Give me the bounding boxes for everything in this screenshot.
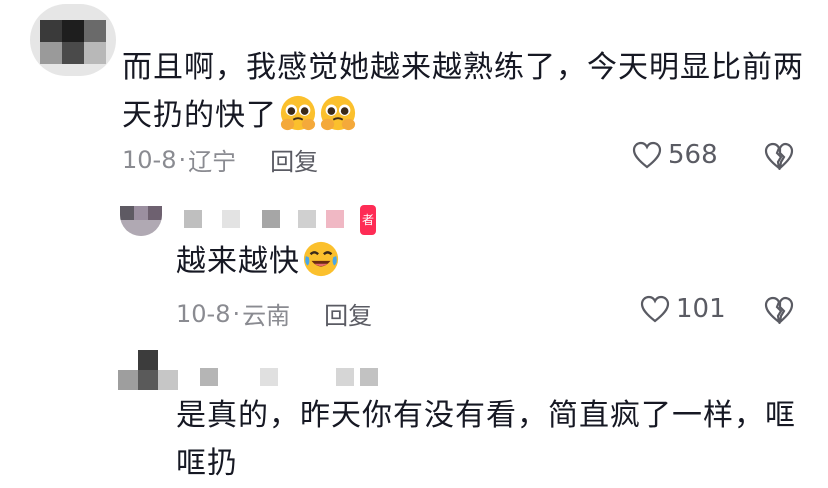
comment-location: 辽宁 (188, 148, 237, 176)
reply-button[interactable]: 回复 (324, 296, 372, 331)
comment-text-line-2: 天扔的快了 (122, 92, 812, 140)
comment-date: 10-8 (122, 145, 177, 174)
avatar[interactable] (30, 4, 116, 76)
like-count: 101 (676, 294, 726, 324)
avatar[interactable] (120, 206, 162, 236)
username-mosaic (176, 208, 366, 232)
like-button[interactable]: 568 (632, 140, 718, 170)
comment-text-line-1: 是真的，昨天你有没有看，简直疯了一样，哐 (176, 398, 796, 433)
comment-date: 10-8 (176, 299, 231, 328)
comment-text-line-2: 哐扔 (176, 446, 238, 481)
like-button[interactable]: 101 (640, 294, 726, 324)
broken-heart-icon[interactable] (764, 296, 794, 324)
meta-separator: · (178, 145, 187, 174)
comment-text: 而且啊，我感觉她越来越熟练了，今天明显比前两 天扔的快了 (122, 44, 812, 140)
pleading-face-icon (280, 95, 316, 131)
username-mosaic (196, 366, 386, 390)
author-badge: 者 (360, 205, 376, 235)
comment-location: 云南 (242, 302, 291, 330)
heart-icon (632, 141, 662, 169)
laughing-crying-icon (303, 241, 339, 277)
heart-icon (640, 295, 670, 323)
avatar-mosaic[interactable] (118, 350, 182, 394)
comment-text: 是真的，昨天你有没有看，简直疯了一样，哐 哐扔 (176, 392, 816, 488)
comment-meta: 10-8 · 辽宁 回复 (122, 142, 318, 177)
avatar-mosaic (30, 4, 116, 76)
comment-text: 越来越快 (176, 238, 776, 286)
comment-meta: 10-8 · 云南 回复 (176, 296, 372, 331)
reply-button[interactable]: 回复 (270, 142, 318, 177)
broken-heart-icon[interactable] (764, 142, 794, 170)
comment-text-content: 越来越快 (176, 244, 300, 279)
avatar-mosaic (120, 206, 162, 236)
comment-text-line-2-text: 天扔的快了 (122, 98, 277, 133)
pleading-face-icon (320, 95, 356, 131)
meta-separator: · (232, 299, 241, 328)
like-count: 568 (668, 140, 718, 170)
comment-text-line-1: 而且啊，我感觉她越来越熟练了，今天明显比前两 (122, 50, 804, 85)
